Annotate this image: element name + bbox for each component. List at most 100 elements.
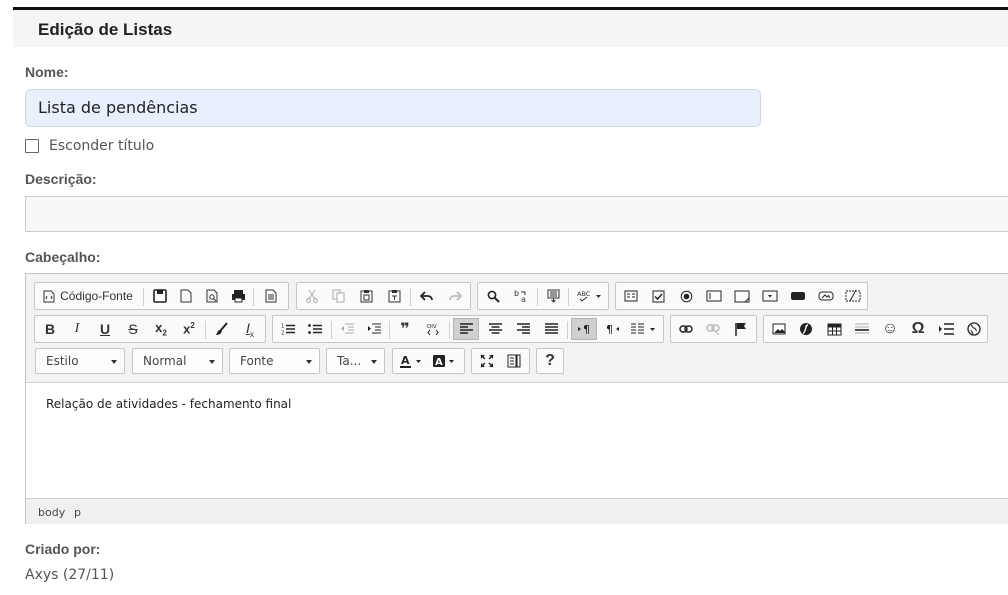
anchor-button[interactable]	[730, 318, 752, 340]
table-button[interactable]	[823, 318, 845, 340]
image-button[interactable]	[768, 318, 790, 340]
rtl-button[interactable]: ¶	[602, 318, 624, 340]
image-button-icon	[818, 291, 834, 301]
horizontal-rule-button[interactable]	[851, 318, 873, 340]
textarea-button[interactable]	[731, 285, 753, 307]
redo-button[interactable]	[444, 285, 466, 307]
outdent-button[interactable]	[336, 318, 358, 340]
new-page-button[interactable]	[175, 285, 197, 307]
paste-button[interactable]	[355, 285, 377, 307]
special-char-button[interactable]: Ω	[907, 318, 929, 340]
ltr-button[interactable]: ¶	[571, 318, 597, 340]
templates-button[interactable]	[260, 285, 282, 307]
path-item-p[interactable]: p	[74, 506, 81, 519]
unlink-icon	[706, 324, 720, 335]
numbered-list-button[interactable]: 12	[277, 318, 299, 340]
preview-button[interactable]	[201, 285, 223, 307]
toolbar-group-document: Código-Fonte	[34, 282, 289, 310]
button-field-button[interactable]	[787, 285, 809, 307]
brush-icon	[216, 322, 228, 335]
description-input[interactable]	[25, 196, 1008, 232]
replace-button[interactable]: ba	[509, 285, 533, 307]
italic-button[interactable]: I	[66, 318, 88, 340]
svg-text:a: a	[521, 295, 526, 303]
smiley-button[interactable]: ☺	[879, 318, 901, 340]
select-all-button[interactable]	[542, 285, 564, 307]
text-color-button[interactable]: A	[396, 350, 428, 372]
link-button[interactable]	[675, 318, 697, 340]
text-direction-rtl-icon: ¶	[606, 323, 619, 335]
path-item-body[interactable]: body	[38, 506, 65, 519]
font-size-select[interactable]: Ta...	[326, 348, 385, 374]
style-select[interactable]: Estilo	[35, 348, 125, 374]
bold-button[interactable]: B	[39, 318, 61, 340]
radio-button[interactable]	[675, 285, 697, 307]
underline-button[interactable]: U	[94, 318, 116, 340]
link-icon	[679, 325, 693, 333]
show-blocks-button[interactable]	[502, 350, 526, 372]
background-color-button[interactable]: A	[429, 350, 461, 372]
iframe-button[interactable]	[963, 318, 985, 340]
form-icon	[624, 290, 638, 302]
background-color-icon: A	[433, 355, 454, 368]
remove-format-button[interactable]: Ix	[239, 318, 261, 340]
form-button[interactable]	[620, 285, 642, 307]
print-button[interactable]	[227, 285, 249, 307]
editor-content[interactable]: Relação de atividades - fechamento final	[46, 397, 291, 411]
hide-title-row[interactable]: Esconder título	[25, 137, 154, 155]
svg-text:2: 2	[281, 331, 284, 336]
save-button[interactable]	[149, 285, 171, 307]
maximize-button[interactable]	[475, 350, 499, 372]
find-button[interactable]	[482, 285, 504, 307]
blockquote-button[interactable]: ❞	[394, 318, 416, 340]
hide-title-label[interactable]: Esconder título	[49, 138, 154, 154]
select-field-button[interactable]	[759, 285, 781, 307]
language-button[interactable]	[628, 318, 660, 340]
editor-content-area[interactable]: Relação de atividades - fechamento final	[26, 384, 1008, 497]
text-field-icon	[706, 290, 722, 302]
undo-button[interactable]	[416, 285, 438, 307]
unlink-button[interactable]	[702, 318, 724, 340]
toolbar-group-insert: ☺ Ω	[763, 315, 988, 343]
flash-button[interactable]	[795, 318, 817, 340]
bulleted-list-button[interactable]	[304, 318, 326, 340]
name-label: Nome:	[25, 64, 69, 80]
separator	[143, 288, 144, 306]
page-header: Edição de Listas	[13, 10, 1008, 47]
align-center-button[interactable]	[484, 318, 506, 340]
separator	[410, 288, 411, 306]
justify-button[interactable]	[540, 318, 562, 340]
strike-button[interactable]: S	[122, 318, 144, 340]
copy-format-button[interactable]	[211, 318, 233, 340]
checkbox-button[interactable]	[647, 285, 669, 307]
font-select-value: Fonte	[240, 354, 274, 368]
cut-button[interactable]	[301, 285, 323, 307]
help-button[interactable]: ?	[539, 350, 561, 372]
div-button[interactable]: DIV	[422, 318, 444, 340]
align-left-button[interactable]	[453, 318, 479, 340]
source-button[interactable]: Código-Fonte	[38, 285, 138, 307]
chevron-down-icon	[111, 360, 117, 364]
align-right-button[interactable]	[512, 318, 534, 340]
paste-icon	[360, 290, 372, 303]
hidden-field-button[interactable]	[842, 285, 864, 307]
chevron-down-icon	[209, 360, 215, 364]
superscript-button[interactable]: x2	[178, 318, 200, 340]
image-button-field-button[interactable]	[815, 285, 837, 307]
italic-icon: I	[74, 321, 80, 336]
toolbar-group-tools	[471, 348, 530, 374]
text-field-button[interactable]	[703, 285, 725, 307]
page-break-button[interactable]	[935, 318, 957, 340]
hide-title-checkbox[interactable]	[25, 139, 39, 153]
paste-text-button[interactable]	[383, 285, 405, 307]
chevron-down-icon	[306, 360, 312, 364]
spellcheck-button[interactable]: ABC	[573, 285, 605, 307]
subscript-button[interactable]: x2	[150, 318, 172, 340]
align-left-icon	[459, 323, 473, 334]
format-select[interactable]: Normal	[132, 348, 223, 374]
copy-button[interactable]	[327, 285, 349, 307]
name-input[interactable]: Lista de pendências	[25, 89, 761, 127]
font-select[interactable]: Fonte	[229, 348, 320, 374]
indent-button[interactable]	[363, 318, 385, 340]
select-field-icon	[762, 290, 778, 302]
